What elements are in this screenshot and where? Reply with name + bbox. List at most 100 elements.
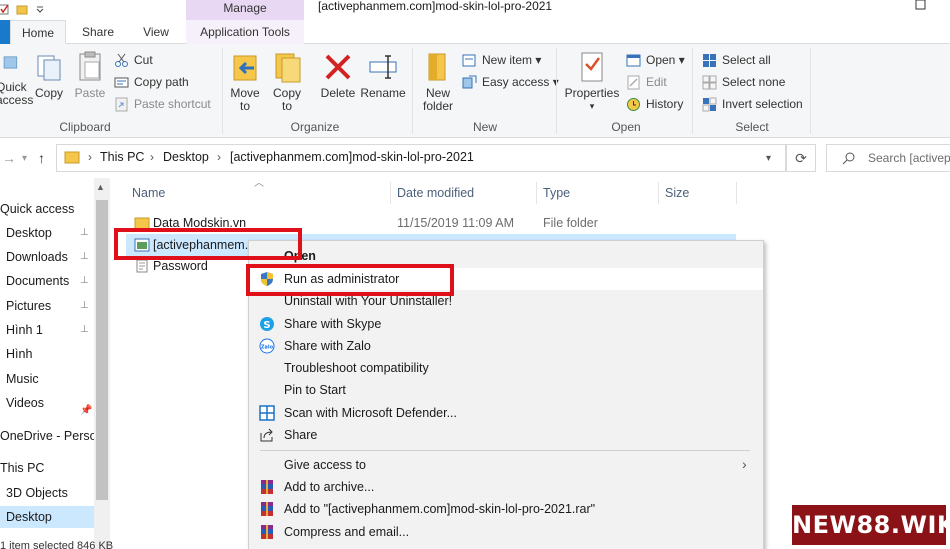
menu-item-share[interactable]: Share: [284, 424, 317, 446]
refresh-icon: ⟳: [795, 150, 807, 166]
chevron-down-icon[interactable]: ▾: [766, 153, 771, 164]
move-to-button[interactable]: Move to: [228, 50, 262, 113]
rename-icon: [369, 55, 397, 79]
column-divider[interactable]: [736, 182, 737, 204]
tab-view[interactable]: View: [128, 20, 184, 44]
chevron-right-icon[interactable]: ›: [150, 150, 154, 164]
pin-icon: ⊥: [80, 324, 89, 335]
nav-desktop[interactable]: Desktop: [6, 222, 52, 244]
ribbon-divider: [412, 48, 413, 134]
select-group-label: Select: [735, 120, 769, 134]
chevron-right-icon[interactable]: ›: [217, 150, 221, 164]
nav-scrollbar-thumb[interactable]: [96, 200, 108, 500]
nav-documents[interactable]: Documents: [6, 270, 69, 292]
delete-button[interactable]: Delete: [318, 50, 358, 100]
move-to-label: Move to: [230, 86, 260, 113]
new-item-button[interactable]: New item ▾: [462, 50, 541, 70]
forward-arrow-icon[interactable]: →: [2, 150, 16, 166]
menu-item-share-skype[interactable]: Share with Skype: [284, 313, 381, 335]
nav-quick-access[interactable]: Quick access: [0, 198, 74, 220]
nav-pictures[interactable]: Pictures: [6, 295, 51, 317]
paste-shortcut-icon: [115, 97, 128, 112]
select-all-button[interactable]: Select all: [702, 50, 771, 70]
edit-label: Edit: [646, 75, 667, 89]
chevron-down-icon[interactable]: ▾: [22, 153, 27, 164]
edit-button[interactable]: Edit: [626, 72, 667, 92]
tab-application-tools[interactable]: Application Tools: [186, 20, 304, 44]
nav-hinh-1[interactable]: Hình 1: [6, 319, 43, 341]
menu-item-troubleshoot[interactable]: Troubleshoot compatibility: [284, 357, 429, 379]
tab-file[interactable]: [0, 20, 10, 44]
menu-item-pin-start[interactable]: Pin to Start: [284, 379, 346, 401]
chevron-right-icon: ›: [742, 456, 747, 472]
column-name[interactable]: Name: [132, 182, 165, 204]
search-icon: [842, 152, 855, 165]
breadcrumb-this-pc[interactable]: This PC: [100, 150, 144, 164]
rename-button[interactable]: Rename: [360, 50, 406, 100]
chevron-down-icon: ▾: [532, 53, 542, 67]
tab-home[interactable]: Home: [10, 20, 66, 44]
manage-context-group: Manage: [186, 0, 304, 20]
invert-selection-label: Invert selection: [722, 97, 803, 111]
nav-videos[interactable]: Videos: [6, 392, 44, 414]
properties-button[interactable]: Properties ▾: [562, 50, 622, 113]
easy-access-button[interactable]: Easy access ▾: [462, 72, 559, 92]
refresh-button[interactable]: ⟳: [786, 144, 816, 172]
history-button[interactable]: History: [626, 94, 683, 114]
checkbox-icon[interactable]: [0, 4, 10, 16]
tab-share[interactable]: Share: [70, 20, 126, 44]
menu-item-compress-email[interactable]: Compress and email...: [284, 521, 409, 543]
scroll-up-icon[interactable]: ▲: [96, 182, 105, 192]
svg-text:Zalo: Zalo: [261, 345, 274, 351]
cut-button[interactable]: Cut: [114, 50, 153, 70]
column-divider[interactable]: [536, 182, 537, 204]
copy-to-icon: [275, 53, 301, 83]
chevron-down-icon: ▾: [589, 101, 595, 111]
column-divider[interactable]: [658, 182, 659, 204]
new-folder-button[interactable]: New folder: [418, 50, 458, 113]
menu-item-add-archive[interactable]: Add to archive...: [284, 476, 374, 498]
nav-downloads[interactable]: Downloads: [6, 246, 68, 268]
nav-this-pc[interactable]: This PC: [0, 457, 44, 479]
maximize-icon[interactable]: [914, 0, 928, 12]
breadcrumb-desktop[interactable]: Desktop: [163, 150, 209, 164]
svg-text:S: S: [263, 320, 270, 331]
folder-icon[interactable]: [16, 4, 28, 16]
column-date-modified[interactable]: Date modified: [397, 182, 474, 204]
open-button[interactable]: Open ▾: [626, 50, 685, 70]
annotation-box-selected-file: [114, 228, 302, 260]
copy-button[interactable]: Copy: [32, 50, 66, 100]
copy-path-icon: [114, 77, 129, 88]
nav-desktop-this-pc[interactable]: Desktop: [0, 506, 94, 528]
nav-hinh[interactable]: Hình: [6, 343, 32, 365]
nav-3d-objects[interactable]: 3D Objects: [6, 482, 68, 504]
nav-music[interactable]: Music: [6, 368, 39, 390]
quick-access-toolbar: [0, 0, 46, 20]
copy-to-button[interactable]: Copy to: [270, 50, 304, 113]
nav-onedrive[interactable]: OneDrive - Person: [0, 425, 104, 447]
share-icon: [260, 428, 273, 442]
invert-selection-button[interactable]: Invert selection: [702, 94, 803, 114]
column-type[interactable]: Type: [543, 182, 570, 204]
easy-access-icon: [462, 75, 477, 89]
column-size[interactable]: Size: [665, 182, 689, 204]
pin-icon: ⊥: [80, 300, 89, 311]
menu-item-add-rar[interactable]: Add to "[activephanmem.com]mod-skin-lol-…: [284, 498, 595, 520]
chevron-down-icon[interactable]: [34, 4, 46, 16]
ribbon-divider: [810, 48, 811, 134]
paste-button[interactable]: Paste: [72, 50, 108, 100]
menu-item-share-zalo[interactable]: Share with Zalo: [284, 335, 371, 357]
breadcrumb-current-folder[interactable]: [activephanmem.com]mod-skin-lol-pro-2021: [230, 150, 474, 164]
menu-item-scan-defender[interactable]: Scan with Microsoft Defender...: [284, 402, 457, 424]
paste-shortcut-button[interactable]: Paste shortcut: [114, 94, 211, 114]
new-group-label: New: [472, 120, 497, 134]
chevron-right-icon[interactable]: ›: [88, 150, 92, 164]
select-none-button[interactable]: Select none: [702, 72, 785, 92]
paste-icon: [79, 51, 101, 81]
folder-icon: [64, 151, 80, 164]
pin-quick-access-button[interactable]: Quick access: [0, 54, 33, 107]
up-arrow-icon[interactable]: ↑: [38, 150, 45, 166]
copy-path-button[interactable]: Copy path: [114, 72, 189, 92]
column-divider[interactable]: [390, 182, 391, 204]
menu-item-give-access[interactable]: Give access to: [284, 454, 366, 476]
